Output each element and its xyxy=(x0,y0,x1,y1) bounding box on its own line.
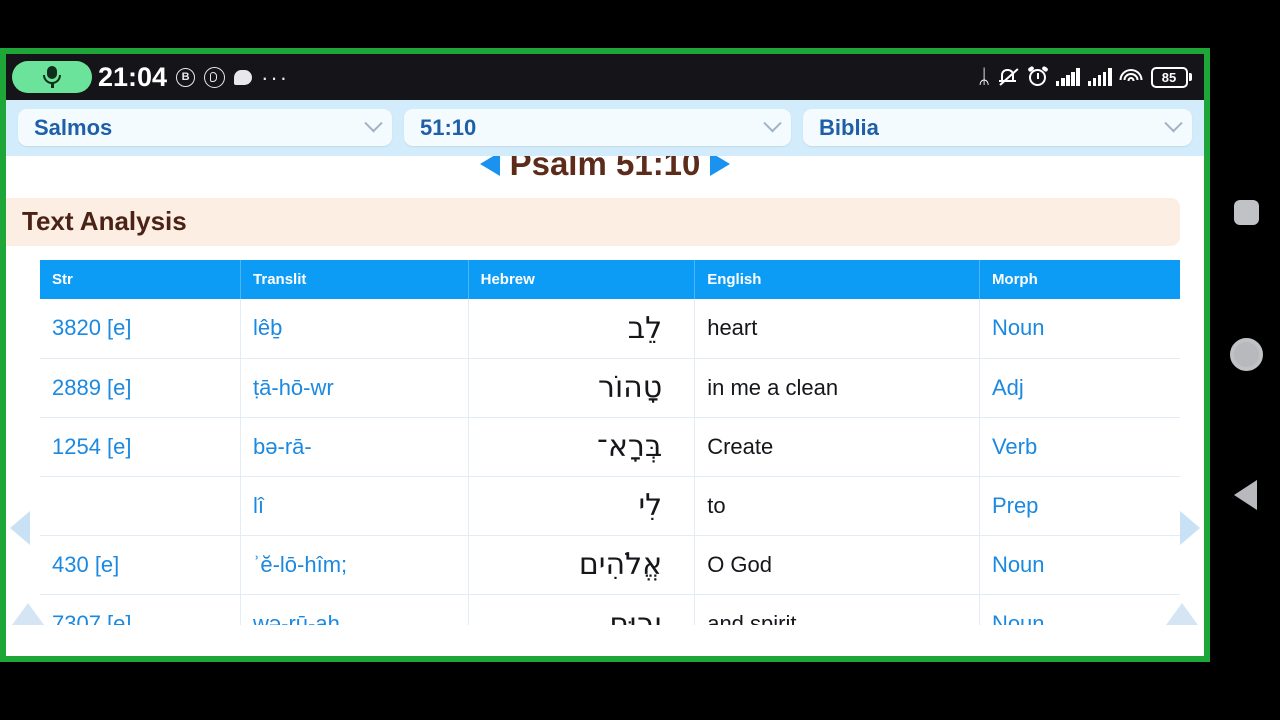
triangle-up-icon[interactable] xyxy=(12,603,44,625)
cell-str[interactable]: 1254 [e] xyxy=(40,417,242,477)
triangle-right-icon[interactable] xyxy=(1180,511,1200,545)
reference-selector-bar: Salmos 51:10 Biblia xyxy=(6,100,1204,156)
triangle-up-icon[interactable] xyxy=(1166,603,1198,625)
bluetooth-icon: ᛦ xyxy=(978,66,991,88)
cell-english: O God xyxy=(694,535,980,595)
triangle-left-icon[interactable] xyxy=(10,511,30,545)
table-row[interactable]: 3820 [e] lêḇ לֵב heart Noun xyxy=(40,299,1180,359)
book-dropdown-value: Salmos xyxy=(34,114,113,140)
signal-sim2-icon xyxy=(1087,68,1112,86)
status-notification-icons: B ··· xyxy=(176,64,290,90)
recording-mic-indicator[interactable] xyxy=(12,61,92,93)
cell-hebrew: לִי xyxy=(468,476,696,536)
cell-translit[interactable]: wə-rū-aḥ xyxy=(240,594,469,625)
cell-english: and spirit xyxy=(694,594,980,625)
cell-translit[interactable]: ṭā-hō-wr xyxy=(240,358,469,418)
circle-home-icon[interactable] xyxy=(1230,338,1263,371)
table-row[interactable]: 2889 [e] ṭā-hō-wr טָהוֹר in me a clean A… xyxy=(40,358,1180,418)
vibrate-off-icon xyxy=(998,67,1020,87)
source-dropdown-value: Biblia xyxy=(819,114,879,140)
column-header-translit: Translit xyxy=(240,260,469,300)
column-header-hebrew: Hebrew xyxy=(468,260,696,300)
chevron-down-icon xyxy=(763,114,782,133)
more-dots-icon: ··· xyxy=(261,64,290,90)
cell-english: to xyxy=(694,476,980,536)
verse-content-scroll[interactable]: Psalm 51:10 Text Analysis Str Translit H… xyxy=(6,156,1204,625)
square-recent-apps-icon[interactable] xyxy=(1234,200,1259,225)
cell-english: Create xyxy=(694,417,980,477)
book-dropdown[interactable]: Salmos xyxy=(18,109,392,146)
section-title: Text Analysis xyxy=(22,206,187,237)
cell-translit[interactable]: lî xyxy=(240,476,469,536)
cell-str[interactable]: 430 [e] xyxy=(40,535,242,595)
triangle-left-icon[interactable] xyxy=(479,156,500,176)
verse-dropdown[interactable]: 51:10 xyxy=(404,109,791,146)
triangle-right-icon[interactable] xyxy=(710,156,731,176)
page-title: Psalm 51:10 xyxy=(509,156,701,182)
verse-dropdown-value: 51:10 xyxy=(420,114,477,140)
cell-translit[interactable]: ʾĕ-lō-hîm; xyxy=(240,535,469,595)
table-row[interactable]: 7307 [e] wə-rū-aḥ וְרוּחַ and spirit Nou… xyxy=(40,594,1180,625)
android-status-bar: 21:04 B ··· ᛦ 85 xyxy=(6,54,1204,100)
cell-hebrew: טָהוֹר xyxy=(468,358,696,418)
verse-title-bar: Psalm 51:10 xyxy=(6,156,1204,190)
cell-str[interactable] xyxy=(40,476,242,536)
blackberry-messenger-icon: B xyxy=(176,67,196,87)
cell-english: heart xyxy=(694,299,980,359)
status-clock: 21:04 xyxy=(98,61,168,92)
triangle-back-icon[interactable] xyxy=(1234,480,1257,510)
cell-translit[interactable]: lêḇ xyxy=(240,299,469,359)
microphone-icon xyxy=(42,66,62,88)
cell-str[interactable]: 3820 [e] xyxy=(40,299,242,359)
battery-icon: 85 xyxy=(1150,66,1192,88)
cell-str[interactable]: 7307 [e] xyxy=(40,594,242,625)
wifi-icon xyxy=(1119,68,1143,86)
chevron-down-icon xyxy=(1164,114,1183,133)
table-row[interactable]: 430 [e] ʾĕ-lō-hîm; אֱלֹהִים O God Noun xyxy=(40,535,1180,595)
cell-hebrew: אֱלֹהִים xyxy=(468,535,696,595)
cell-str[interactable]: 2889 [e] xyxy=(40,358,242,418)
battery-level-label: 85 xyxy=(1150,66,1188,88)
phone-screen: 21:04 B ··· ᛦ 85 Salmos 51:10 Biblia Psa… xyxy=(6,54,1204,656)
column-header-str: Str xyxy=(40,260,242,300)
signal-sim1-icon xyxy=(1056,68,1080,86)
cell-translit[interactable]: bə-rā- xyxy=(240,417,469,477)
screen-recording-border: 21:04 B ··· ᛦ 85 Salmos 51:10 Biblia Psa… xyxy=(0,48,1210,662)
section-header-text-analysis: Text Analysis xyxy=(6,198,1180,247)
column-header-morph: Morph xyxy=(979,260,1180,300)
column-header-english: English xyxy=(694,260,980,300)
android-navigation-bar xyxy=(1208,48,1280,662)
device-screenshot: 21:04 B ··· ᛦ 85 Salmos 51:10 Biblia Psa… xyxy=(0,0,1280,720)
cell-morph[interactable]: Verb xyxy=(979,417,1180,477)
whatsapp-icon xyxy=(204,66,226,88)
table-row[interactable]: lî לִי to Prep xyxy=(40,476,1180,536)
cell-morph[interactable]: Prep xyxy=(979,476,1180,536)
cell-morph[interactable]: Noun xyxy=(979,535,1180,595)
message-bubble-icon xyxy=(234,69,253,85)
alarm-icon xyxy=(1027,65,1049,87)
status-system-icons: ᛦ 85 xyxy=(978,65,1192,88)
table-header-row: Str Translit Hebrew English Morph xyxy=(40,260,1180,300)
table-row[interactable]: 1254 [e] bə-rā- בְּרָא־ Create Verb xyxy=(40,417,1180,477)
cell-morph[interactable]: Noun xyxy=(979,594,1180,625)
cell-hebrew: בְּרָא־ xyxy=(468,417,696,477)
source-dropdown[interactable]: Biblia xyxy=(803,109,1192,146)
cell-morph[interactable]: Adj xyxy=(979,358,1180,418)
cell-hebrew: לֵב xyxy=(468,299,696,359)
text-analysis-table-wrapper: Str Translit Hebrew English Morph 3820 [… xyxy=(40,260,1180,625)
cell-english: in me a clean xyxy=(694,358,980,418)
chevron-down-icon xyxy=(364,114,383,133)
cell-hebrew: וְרוּחַ xyxy=(468,594,696,625)
cell-morph[interactable]: Noun xyxy=(979,299,1180,359)
text-analysis-table: Str Translit Hebrew English Morph 3820 [… xyxy=(40,260,1180,625)
